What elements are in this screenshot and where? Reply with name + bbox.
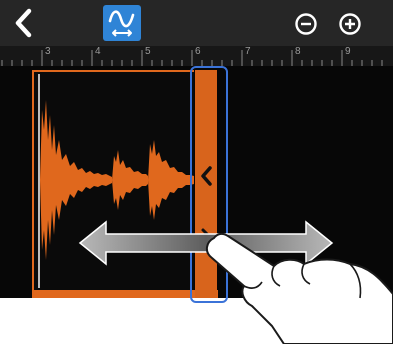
ruler-label: 8 <box>295 46 301 57</box>
ruler-label: 6 <box>195 46 201 57</box>
ruler-label: 7 <box>245 46 251 57</box>
chevron-left-icon <box>15 8 32 38</box>
waveform-stretch-icon <box>108 10 135 37</box>
waveform-mode-button[interactable] <box>103 5 141 41</box>
ruler-label: 5 <box>145 46 151 57</box>
zoom-out-button[interactable] <box>294 12 318 36</box>
ruler-label: 9 <box>345 46 351 57</box>
pointing-hand-icon <box>206 232 393 344</box>
clip-start-line <box>38 74 40 288</box>
zoom-in-icon <box>339 13 361 35</box>
toolbar <box>0 0 393 46</box>
ruler-label: 4 <box>95 46 101 57</box>
back-button[interactable] <box>10 7 38 39</box>
zoom-in-button[interactable] <box>338 12 362 36</box>
zoom-out-icon <box>295 13 317 35</box>
ruler-label: 3 <box>45 46 51 57</box>
timeline-ruler[interactable]: 3 4 5 6 7 8 9 <box>0 46 393 66</box>
